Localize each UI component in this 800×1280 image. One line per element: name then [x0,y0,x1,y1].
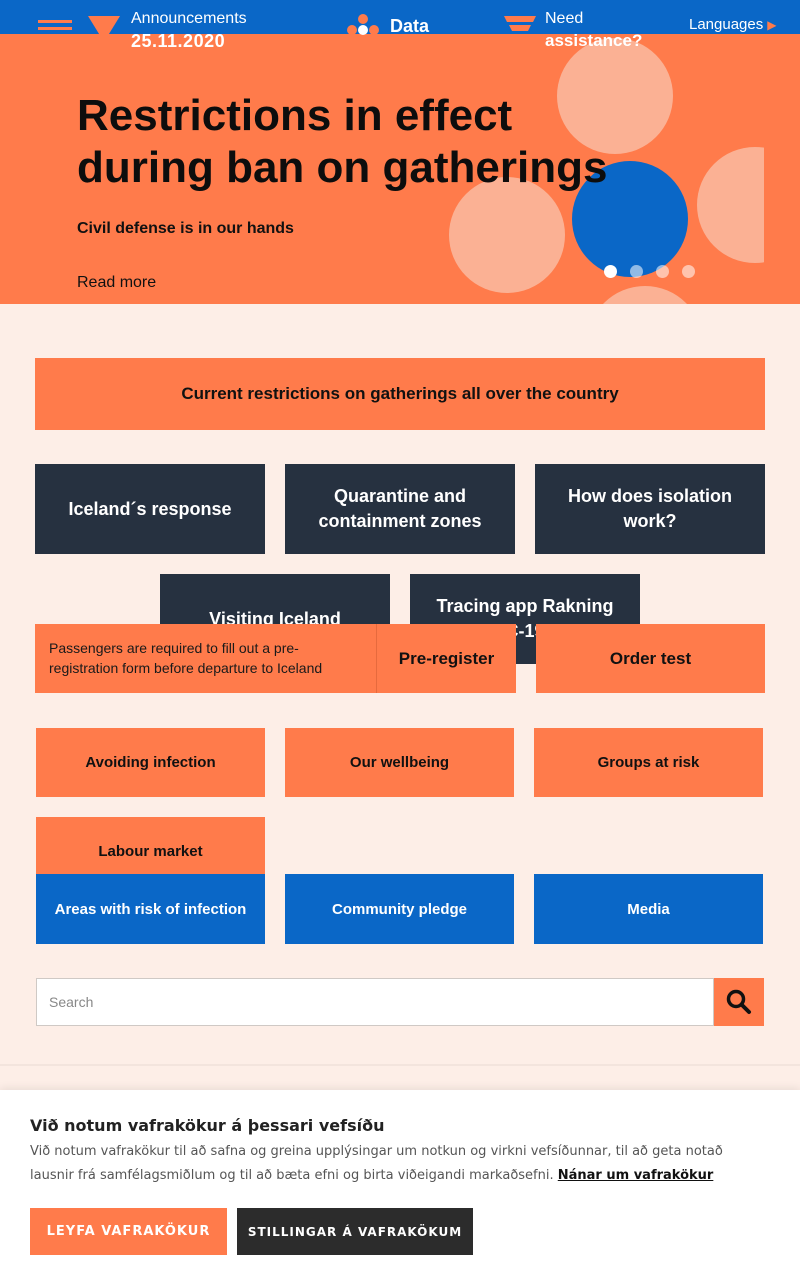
footer-separator [0,1064,800,1066]
iceland-response-tile[interactable]: Iceland´s response [35,464,265,554]
order-test-button[interactable]: Order test [536,624,765,693]
wellbeing-tile[interactable]: Our wellbeing [285,728,514,797]
play-arrow-icon: ▶ [767,18,777,32]
menu-icon[interactable] [38,20,72,37]
search-input[interactable] [36,978,714,1026]
cookie-banner: Við notum vafrakökur á þessari vefsíðu V… [0,1090,800,1280]
search-icon [726,989,751,1014]
pre-register-button[interactable]: Pre-register [377,624,516,693]
carousel-dot-3[interactable] [656,265,669,278]
carousel-dot-2[interactable] [630,265,643,278]
hero-banner: Restrictions in effect during ban on gat… [0,34,800,304]
media-tile[interactable]: Media [534,874,763,944]
preregistration-bar: Passengers are required to fill out a pr… [35,624,516,693]
announcements-label: Announcements [131,10,247,27]
cookie-body: Við notum vafrakökur til að safna og gre… [30,1140,750,1188]
community-pledge-tile[interactable]: Community pledge [285,874,514,944]
announcements-link[interactable]: Announcements 25.11.2020 [131,8,247,52]
assistance-link[interactable]: Need assistance? [545,8,642,52]
avoiding-infection-tile[interactable]: Avoiding infection [36,728,265,797]
groups-at-risk-tile[interactable]: Groups at risk [534,728,763,797]
restrictions-tile[interactable]: Current restrictions on gatherings all o… [35,358,765,430]
announcements-date: 25.11.2020 [131,31,226,51]
languages-label: Languages [689,16,764,33]
announcement-icon [88,16,120,42]
hero-subtitle: Civil defense is in our hands [77,220,294,237]
need-label: Need [545,10,584,27]
hero-title: Restrictions in effect during ban on gat… [77,91,608,192]
cookie-settings-button[interactable]: STILLINGAR Á VAFRAKÖKUM [237,1208,473,1255]
data-dots-icon [347,14,379,35]
carousel-dots [604,265,695,278]
carousel-dot-4[interactable] [682,265,695,278]
carousel-dot-1[interactable] [604,265,617,278]
read-more-link[interactable]: Read more [77,274,156,292]
allow-cookies-button[interactable]: LEYFA VAFRAKÖKUR [30,1208,227,1255]
languages-link[interactable]: Languages ▶ [689,16,776,33]
areas-risk-tile[interactable]: Areas with risk of infection [36,874,265,944]
data-label: Data [390,15,430,36]
isolation-tile[interactable]: How does isolation work? [535,464,765,554]
search-button[interactable] [714,978,764,1026]
site-header: Announcements 25.11.2020 Data Need assis… [0,0,800,51]
cookie-more-link[interactable]: Nánar um vafrakökur [558,1168,714,1183]
preregistration-text: Passengers are required to fill out a pr… [49,640,323,676]
cookie-title: Við notum vafrakökur á þessari vefsíðu [30,1116,385,1135]
quarantine-tile[interactable]: Quarantine and containment zones [285,464,515,554]
data-link[interactable]: Data [346,14,429,38]
assistance-label: assistance? [545,31,643,50]
assistance-icon [504,16,536,40]
